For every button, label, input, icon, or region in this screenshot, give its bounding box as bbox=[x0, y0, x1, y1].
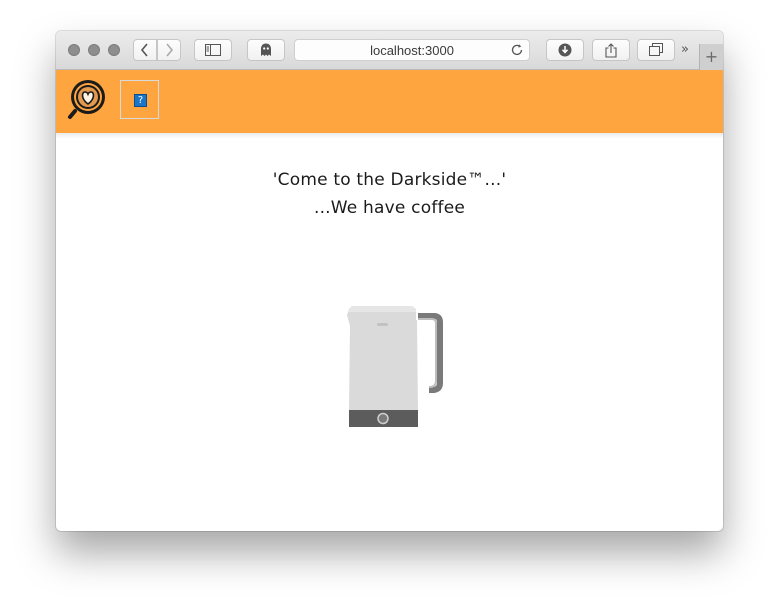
reload-icon[interactable] bbox=[510, 42, 524, 61]
minimize-window-button[interactable] bbox=[88, 44, 100, 56]
ghostery-extension-button[interactable] bbox=[247, 39, 285, 61]
tabs-icon bbox=[649, 43, 663, 56]
sidebar-icon bbox=[205, 44, 221, 56]
share-button[interactable] bbox=[592, 39, 630, 61]
chevron-right-icon bbox=[166, 43, 174, 57]
broken-image-icon: ? bbox=[134, 94, 147, 107]
more-tabs-chevron-icon[interactable]: » bbox=[681, 42, 689, 57]
broken-image: ? bbox=[120, 80, 159, 119]
tagline-line-1: 'Come to the Darkside™...' bbox=[272, 170, 507, 190]
chevron-left-icon bbox=[140, 43, 148, 57]
zoom-window-button[interactable] bbox=[108, 44, 120, 56]
new-tab-button[interactable]: + bbox=[699, 44, 723, 70]
share-icon bbox=[605, 42, 617, 58]
electric-kettle-icon bbox=[342, 301, 452, 437]
browser-toolbar: localhost:3000 » + bbox=[56, 31, 723, 70]
forward-button[interactable] bbox=[157, 39, 181, 61]
site-header: ? bbox=[56, 70, 723, 133]
address-bar[interactable]: localhost:3000 bbox=[294, 39, 530, 61]
browser-window: localhost:3000 » + ? 'Come to the Darksi… bbox=[56, 31, 723, 531]
download-icon bbox=[558, 43, 572, 57]
ghost-icon bbox=[261, 43, 271, 56]
url-text: localhost:3000 bbox=[370, 43, 454, 58]
header-shadow bbox=[56, 133, 723, 139]
coffee-heart-logo-icon[interactable] bbox=[66, 78, 108, 124]
back-button[interactable] bbox=[133, 39, 157, 61]
close-window-button[interactable] bbox=[68, 44, 80, 56]
sidebar-toggle-button[interactable] bbox=[194, 39, 232, 61]
downloads-button[interactable] bbox=[546, 39, 584, 61]
tab-overview-button[interactable] bbox=[637, 39, 675, 61]
tagline-line-2: ...We have coffee bbox=[313, 198, 466, 218]
plus-icon: + bbox=[704, 47, 719, 66]
